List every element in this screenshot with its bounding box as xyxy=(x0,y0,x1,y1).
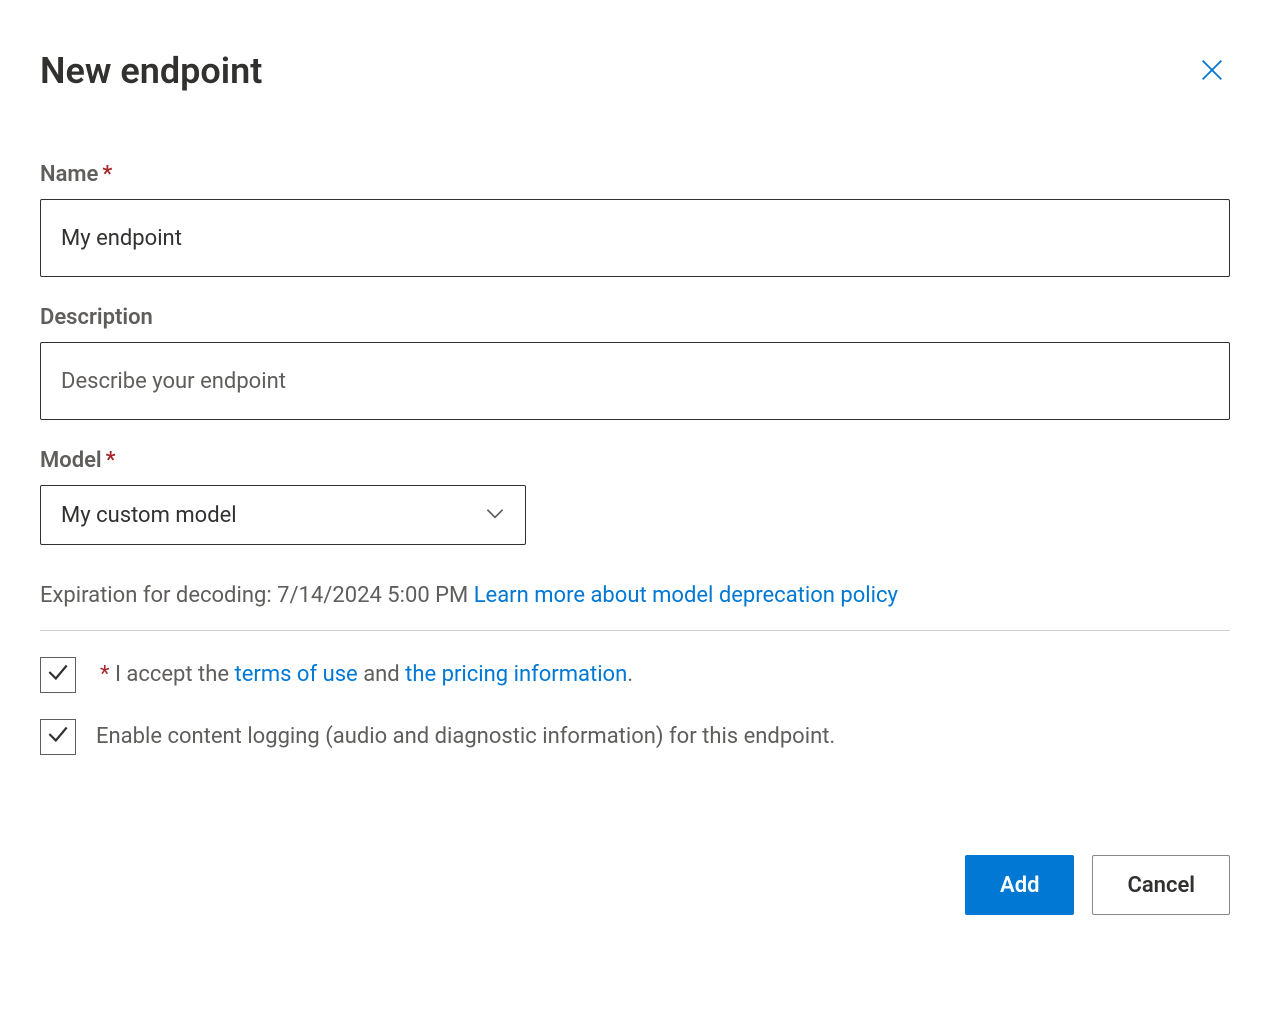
model-label: Model* xyxy=(40,448,1230,473)
name-input[interactable] xyxy=(40,199,1230,277)
required-mark: * xyxy=(102,162,112,187)
logging-label: Enable content logging (audio and diagno… xyxy=(96,722,835,753)
description-input[interactable] xyxy=(40,342,1230,420)
description-label: Description xyxy=(40,305,1230,330)
expiration-date: 7/14/2024 5:00 PM xyxy=(277,583,468,608)
deprecation-policy-link[interactable]: Learn more about model deprecation polic… xyxy=(474,583,898,608)
terms-text-2: and xyxy=(358,662,405,687)
checkmark-icon xyxy=(45,721,71,753)
close-icon xyxy=(1198,56,1226,87)
logging-checkbox[interactable] xyxy=(40,719,76,755)
terms-label: * I accept the terms of use and the pric… xyxy=(96,660,633,691)
terms-of-use-link[interactable]: terms of use xyxy=(235,662,358,687)
terms-text-1: I accept the xyxy=(109,662,234,687)
terms-checkbox[interactable] xyxy=(40,657,76,693)
name-label-text: Name xyxy=(40,162,98,187)
name-label: Name* xyxy=(40,162,1230,187)
checkmark-icon xyxy=(45,659,71,691)
expiration-info: Expiration for decoding: 7/14/2024 5:00 … xyxy=(40,583,1230,631)
close-button[interactable] xyxy=(1194,52,1230,91)
cancel-button[interactable]: Cancel xyxy=(1092,855,1230,915)
expiration-prefix: Expiration for decoding: xyxy=(40,583,277,608)
model-label-text: Model xyxy=(40,448,102,473)
model-select-value: My custom model xyxy=(61,503,237,528)
pricing-info-link[interactable]: the pricing information xyxy=(405,662,627,687)
model-select[interactable]: My custom model xyxy=(40,485,526,545)
terms-text-3: . xyxy=(627,662,633,687)
dialog-title: New endpoint xyxy=(40,50,262,92)
add-button[interactable]: Add xyxy=(965,855,1074,915)
required-mark: * xyxy=(106,448,116,473)
